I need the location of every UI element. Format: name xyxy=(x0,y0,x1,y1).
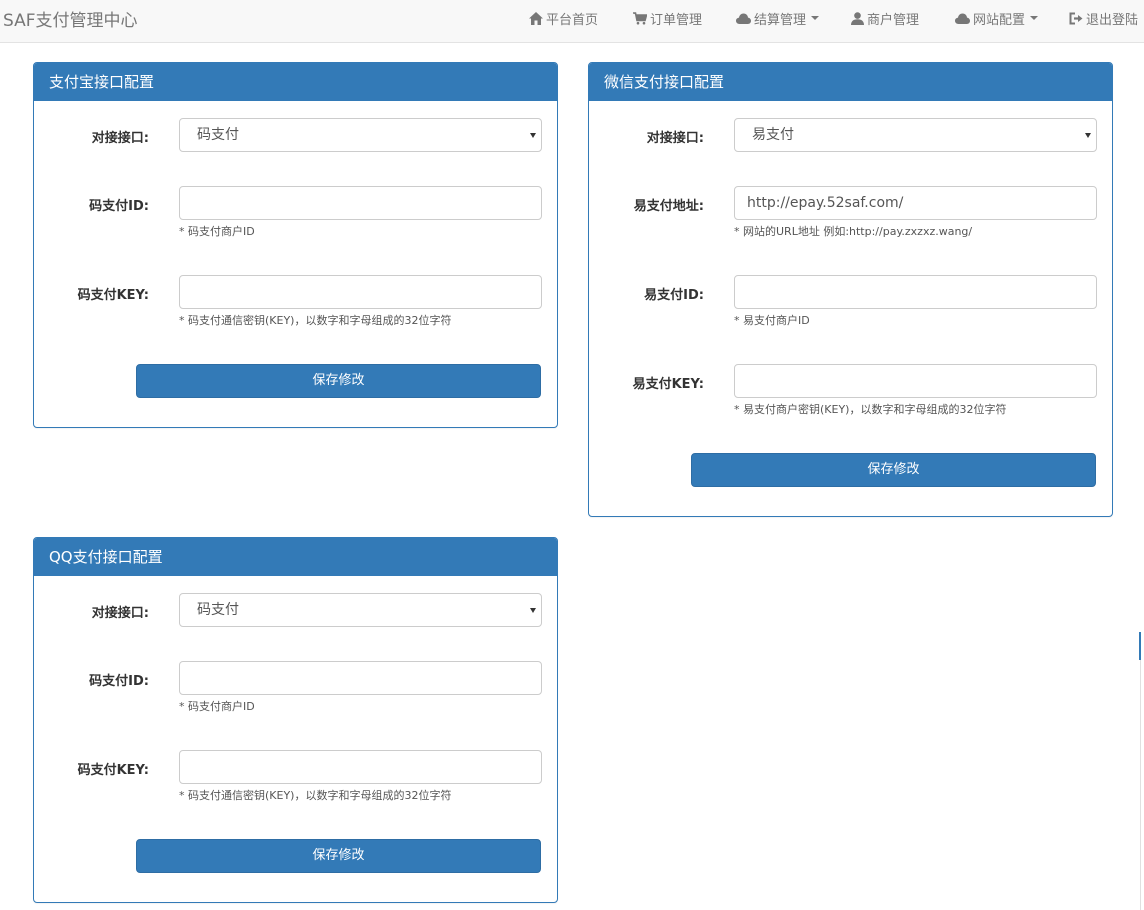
key-help: * 码支付通信密钥(KEY)，以数字和字母组成的32位字符 xyxy=(179,314,452,327)
key-help: * 易支付商户密钥(KEY)，以数字和字母组成的32位字符 xyxy=(734,403,1007,416)
nav-merchants[interactable]: 商户管理 xyxy=(851,8,919,28)
key-help: * 码支付通信密钥(KEY)，以数字和字母组成的32位字符 xyxy=(179,789,452,802)
nav-orders[interactable]: 订单管理 xyxy=(633,8,702,28)
panel-title: 微信支付接口配置 xyxy=(589,63,1112,101)
key-input[interactable] xyxy=(179,750,542,784)
panel-title: 支付宝接口配置 xyxy=(34,63,557,101)
panel-title: QQ支付接口配置 xyxy=(34,538,557,576)
alipay-config-panel: 支付宝接口配置 对接接口: 码支付 码支付ID: * 码支付商户ID 码支付KE… xyxy=(33,62,558,428)
interface-label: 对接接口: xyxy=(646,131,704,146)
chevron-down-icon xyxy=(1030,16,1039,20)
nav-settlement[interactable]: 结算管理 xyxy=(736,8,820,28)
navbar: SAF支付管理中心 平台首页 订单管理 结算管理 商户管理 网站配置 退出登陆 xyxy=(0,0,1144,43)
url-input[interactable] xyxy=(734,186,1097,220)
save-button[interactable]: 保存修改 xyxy=(691,453,1096,487)
nav-logout[interactable]: 退出登陆 xyxy=(1069,8,1138,28)
id-help: * 码支付商户ID xyxy=(179,700,255,713)
nav-site-config[interactable]: 网站配置 xyxy=(955,8,1039,28)
nav-home[interactable]: 平台首页 xyxy=(529,8,598,28)
chevron-down-icon xyxy=(530,608,536,613)
interface-select-value: 易支付 xyxy=(752,127,794,143)
scrollbar[interactable] xyxy=(1139,632,1144,910)
id-label: 易支付ID: xyxy=(644,288,704,303)
id-input[interactable] xyxy=(179,186,542,220)
save-button[interactable]: 保存修改 xyxy=(136,839,541,873)
cloud-icon xyxy=(955,13,970,24)
key-input[interactable] xyxy=(734,364,1097,398)
cloud-icon xyxy=(736,13,751,24)
id-help: * 码支付商户ID xyxy=(179,225,255,238)
id-label: 码支付ID: xyxy=(89,199,149,214)
interface-select[interactable]: 码支付 xyxy=(179,593,542,627)
save-button[interactable]: 保存修改 xyxy=(136,364,541,398)
interface-select[interactable]: 易支付 xyxy=(734,118,1097,152)
interface-select-value: 码支付 xyxy=(197,602,239,618)
nav-home-label: 平台首页 xyxy=(546,12,599,28)
chevron-down-icon xyxy=(1085,133,1091,138)
url-help: * 网站的URL地址 例如:http://pay.zxzxz.wang/ xyxy=(734,225,973,238)
user-icon xyxy=(851,11,864,25)
id-label: 码支付ID: xyxy=(89,674,149,689)
nav-site-config-label: 网站配置 xyxy=(973,12,1026,28)
interface-label: 对接接口: xyxy=(91,606,149,621)
nav-logout-label: 退出登陆 xyxy=(1086,12,1139,28)
shopping-cart-icon xyxy=(633,11,647,24)
interface-select-value: 码支付 xyxy=(197,127,239,143)
qq-config-panel: QQ支付接口配置 对接接口: 码支付 码支付ID: * 码支付商户ID 码支付K… xyxy=(33,537,558,903)
url-label: 易支付地址: xyxy=(633,199,704,214)
interface-label: 对接接口: xyxy=(91,131,149,146)
chevron-down-icon xyxy=(811,16,820,20)
interface-select[interactable]: 码支付 xyxy=(179,118,542,152)
id-input[interactable] xyxy=(734,275,1097,309)
nav-settlement-label: 结算管理 xyxy=(754,12,807,28)
brand-title[interactable]: SAF支付管理中心 xyxy=(3,6,138,31)
nav-orders-label: 订单管理 xyxy=(650,12,703,28)
chevron-down-icon xyxy=(530,133,536,138)
key-label: 码支付KEY: xyxy=(77,763,149,778)
logout-icon xyxy=(1069,12,1083,24)
key-label: 易支付KEY: xyxy=(632,377,704,392)
id-help: * 易支付商户ID xyxy=(734,314,810,327)
nav-merchants-label: 商户管理 xyxy=(867,12,920,28)
key-label: 码支付KEY: xyxy=(77,288,149,303)
id-input[interactable] xyxy=(179,661,542,695)
home-icon xyxy=(529,11,543,25)
wechat-config-panel: 微信支付接口配置 对接接口: 易支付 易支付地址: * 网站的URL地址 例如:… xyxy=(588,62,1113,517)
key-input[interactable] xyxy=(179,275,542,309)
